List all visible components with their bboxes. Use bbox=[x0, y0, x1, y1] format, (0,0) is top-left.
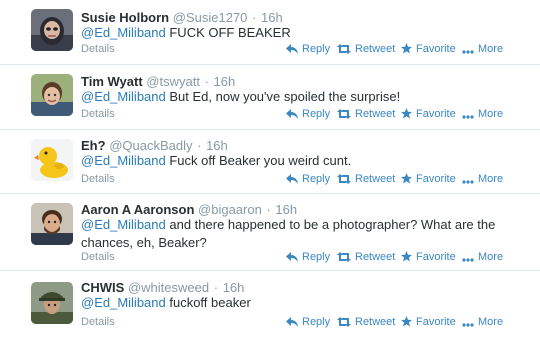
reply-button[interactable]: Reply bbox=[286, 250, 330, 266]
more-button[interactable]: More bbox=[462, 107, 503, 123]
mention-link[interactable]: @Ed_Miliband bbox=[81, 25, 166, 40]
details-link[interactable]: Details bbox=[81, 172, 115, 186]
author-name[interactable]: Tim Wyatt bbox=[81, 74, 143, 89]
tweet-actions: Details Reply Retweet Favorite More bbox=[81, 315, 540, 329]
star-icon bbox=[401, 43, 412, 58]
avatar-photo-man-beard-icon[interactable] bbox=[31, 203, 73, 245]
retweet-icon bbox=[337, 174, 351, 188]
tweet-timestamp[interactable]: 16h bbox=[275, 202, 297, 217]
more-button[interactable]: More bbox=[462, 250, 503, 266]
star-icon bbox=[401, 251, 412, 266]
header-separator: · bbox=[266, 202, 271, 217]
tweet-text: @Ed_Miliband FUCK OFF BEAKER bbox=[81, 24, 521, 42]
avatar-photo-woman-icon[interactable] bbox=[31, 9, 73, 51]
tweet-body: fuckoff beaker bbox=[165, 295, 251, 310]
author-handle[interactable]: @bigaaron bbox=[198, 202, 262, 217]
retweet-icon bbox=[337, 44, 351, 58]
reply-button[interactable]: Reply bbox=[286, 107, 330, 123]
favorite-button[interactable]: Favorite bbox=[401, 172, 456, 188]
tweet-timestamp[interactable]: 16h bbox=[214, 74, 236, 89]
more-button[interactable]: More bbox=[462, 172, 503, 188]
mention-link[interactable]: @Ed_Miliband bbox=[81, 153, 166, 168]
avatar-photo-man-icon[interactable] bbox=[31, 74, 73, 116]
retweet-button[interactable]: Retweet bbox=[337, 250, 395, 266]
header-separator: · bbox=[204, 74, 209, 89]
author-handle[interactable]: @whitesweed bbox=[128, 280, 209, 295]
tweet-item[interactable]: Susie Holborn @Susie1270 · 16h @Ed_Milib… bbox=[0, 0, 540, 65]
star-icon bbox=[401, 173, 412, 188]
star-icon bbox=[401, 108, 412, 123]
reply-icon bbox=[286, 44, 298, 58]
tweet-item[interactable]: CHWIS @whitesweed · 16h @Ed_Miliband fuc… bbox=[0, 271, 540, 337]
tweet-body: Fuck off Beaker you weird cunt. bbox=[165, 153, 352, 168]
tweet-actions: Details Reply Retweet Favorite More bbox=[81, 107, 540, 121]
more-dots-icon bbox=[462, 252, 474, 266]
retweet-button[interactable]: Retweet bbox=[337, 42, 395, 58]
author-name[interactable]: CHWIS bbox=[81, 280, 124, 295]
retweet-icon bbox=[337, 109, 351, 123]
reply-icon bbox=[286, 252, 298, 266]
more-dots-icon bbox=[462, 109, 474, 123]
details-link[interactable]: Details bbox=[81, 107, 115, 121]
reply-button[interactable]: Reply bbox=[286, 172, 330, 188]
favorite-button[interactable]: Favorite bbox=[401, 315, 456, 331]
tweet-timestamp[interactable]: 16h bbox=[223, 280, 245, 295]
tweet-item[interactable]: Tim Wyatt @tswyatt · 16h @Ed_Miliband Bu… bbox=[0, 65, 540, 130]
reply-icon bbox=[286, 317, 298, 331]
mention-link[interactable]: @Ed_Miliband bbox=[81, 295, 166, 310]
tweet-body: FUCK OFF BEAKER bbox=[165, 25, 291, 40]
more-button[interactable]: More bbox=[462, 315, 503, 331]
star-icon bbox=[401, 316, 412, 331]
author-handle[interactable]: @tswyatt bbox=[146, 74, 200, 89]
tweet-text: @Ed_Miliband and there happened to be a … bbox=[81, 216, 521, 252]
tweet-timestamp[interactable]: 16h bbox=[206, 138, 228, 153]
header-separator: · bbox=[197, 138, 202, 153]
tweet-actions: Details Reply Retweet Favorite More bbox=[81, 250, 540, 264]
tweet-item[interactable]: Eh? @QuackBadly · 16h @Ed_Miliband Fuck … bbox=[0, 130, 540, 194]
reply-button[interactable]: Reply bbox=[286, 315, 330, 331]
retweet-button[interactable]: Retweet bbox=[337, 107, 395, 123]
details-link[interactable]: Details bbox=[81, 42, 115, 56]
tweet-actions: Details Reply Retweet Favorite More bbox=[81, 172, 540, 186]
reply-button[interactable]: Reply bbox=[286, 42, 330, 58]
details-link[interactable]: Details bbox=[81, 250, 115, 264]
reply-icon bbox=[286, 109, 298, 123]
retweet-icon bbox=[337, 252, 351, 266]
tweet-text: @Ed_Miliband Fuck off Beaker you weird c… bbox=[81, 152, 521, 170]
tweet-actions: Details Reply Retweet Favorite More bbox=[81, 42, 540, 56]
author-handle[interactable]: @QuackBadly bbox=[109, 138, 192, 153]
more-button[interactable]: More bbox=[462, 42, 503, 58]
tweet-text: @Ed_Miliband fuckoff beaker bbox=[81, 294, 521, 312]
retweet-button[interactable]: Retweet bbox=[337, 315, 395, 331]
author-name[interactable]: Susie Holborn bbox=[81, 10, 169, 25]
more-dots-icon bbox=[462, 317, 474, 331]
retweet-icon bbox=[337, 317, 351, 331]
tweet-body: But Ed, now you've spoiled the surprise! bbox=[165, 89, 401, 104]
details-link[interactable]: Details bbox=[81, 315, 115, 329]
avatar-photo-man-cap-icon[interactable] bbox=[31, 282, 73, 324]
mention-link[interactable]: @Ed_Miliband bbox=[81, 89, 166, 104]
more-dots-icon bbox=[462, 44, 474, 58]
tweet-text: @Ed_Miliband But Ed, now you've spoiled … bbox=[81, 88, 521, 106]
author-name[interactable]: Eh? bbox=[81, 138, 106, 153]
favorite-button[interactable]: Favorite bbox=[401, 42, 456, 58]
reply-icon bbox=[286, 174, 298, 188]
favorite-button[interactable]: Favorite bbox=[401, 107, 456, 123]
more-dots-icon bbox=[462, 174, 474, 188]
author-handle[interactable]: @Susie1270 bbox=[173, 10, 248, 25]
retweet-button[interactable]: Retweet bbox=[337, 172, 395, 188]
avatar-rubber-duck-icon[interactable] bbox=[31, 139, 73, 181]
mention-link[interactable]: @Ed_Miliband bbox=[81, 217, 166, 232]
favorite-button[interactable]: Favorite bbox=[401, 250, 456, 266]
author-name[interactable]: Aaron A Aaronson bbox=[81, 202, 194, 217]
header-separator: · bbox=[213, 280, 219, 295]
tweet-item[interactable]: Aaron A Aaronson @bigaaron · 16h @Ed_Mil… bbox=[0, 194, 540, 271]
tweet-timestamp[interactable]: 16h bbox=[261, 10, 283, 25]
header-separator: · bbox=[252, 10, 257, 25]
